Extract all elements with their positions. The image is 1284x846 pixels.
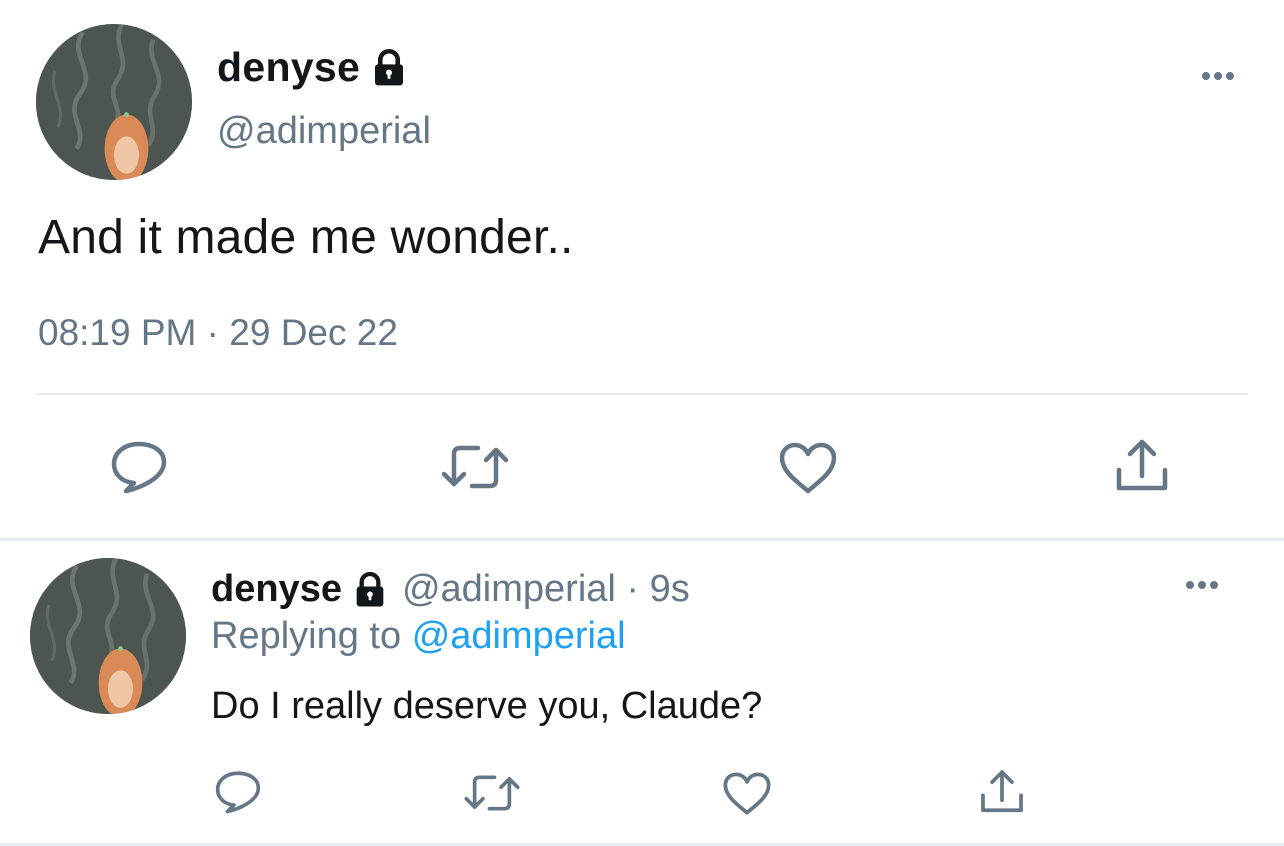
reply-icon[interactable] [214,770,262,814]
avatar-image [36,24,192,180]
lock-icon [368,46,410,88]
lock-icon [350,569,390,609]
tweet-time: 08:19 PM [38,312,197,353]
replying-to: Replying to @adimperial [211,615,626,658]
tweet-thread: denyse @adimperial And it made me wonder… [0,0,1284,846]
user-handle[interactable]: @adimperial [217,110,431,153]
heart-icon[interactable] [778,441,838,495]
avatar[interactable] [30,558,186,714]
replying-to-mention[interactable]: @adimperial [412,615,626,657]
tweet-text: Do I really deserve you, Claude? [211,685,763,727]
avatar[interactable] [36,24,192,180]
heart-icon[interactable] [722,771,772,816]
more-options-icon[interactable] [1202,72,1234,80]
reply-tweet[interactable]: denyse @adimperial · 9s Replying to @adi… [0,541,1284,846]
avatar-image [30,558,186,714]
more-options-icon[interactable] [1186,581,1218,589]
timestamp-separator: · [206,312,219,353]
tweet-text: And it made me wonder.. [38,211,574,264]
replying-prefix: Replying to [211,615,402,657]
retweet-icon[interactable] [463,774,521,812]
share-icon[interactable] [978,767,1026,817]
handle-and-time[interactable]: @adimperial · 9s [402,568,690,611]
author-name-row: denyse @adimperial · 9s [211,567,690,611]
main-tweet: denyse @adimperial And it made me wonder… [0,0,1284,538]
tweet-date: 29 Dec 22 [229,312,398,353]
reply-icon[interactable] [110,440,168,494]
display-name[interactable]: denyse [217,44,360,91]
tweet-timestamp[interactable]: 08:19 PM · 29 Dec 22 [38,312,398,354]
divider [36,393,1248,395]
author-name-row: denyse [217,44,410,90]
display-name[interactable]: denyse [211,568,342,611]
share-icon[interactable] [1113,436,1171,496]
retweet-icon[interactable] [440,444,510,490]
